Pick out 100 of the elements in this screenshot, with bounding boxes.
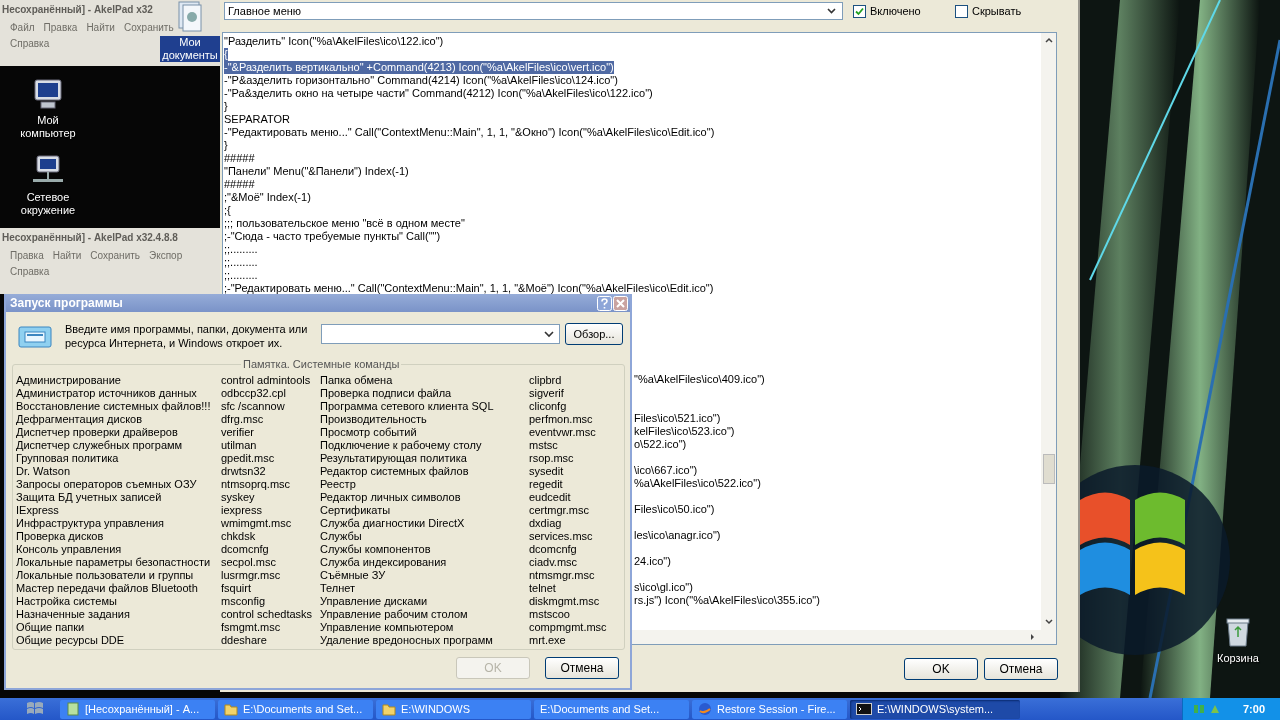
desktop-icon-label[interactable]: Мои документы	[160, 36, 220, 62]
code-line: ;-"Сюда - часто требуемые пункты" Call("")	[224, 230, 441, 243]
window-title: Несохранённый] - AkelPad x32.4.8.8	[1, 231, 178, 245]
command-text: dcomcnfg	[221, 543, 269, 556]
desktop-icon-label[interactable]: Мой компьютер	[16, 114, 80, 140]
caret-icon	[544, 330, 554, 338]
command-name: Управление компьютером	[320, 621, 454, 634]
menu-item[interactable]: Сохранить	[90, 250, 141, 261]
taskbar-button[interactable]: E:\WINDOWS\system...	[850, 699, 1020, 719]
menu-item[interactable]: Найти	[52, 250, 82, 261]
folder-icon	[224, 702, 238, 716]
menu-dropdown[interactable]: Главное меню	[224, 2, 843, 20]
console-icon	[856, 703, 872, 715]
menu-item[interactable]: Правка	[43, 22, 78, 33]
menu-item[interactable]: Справка	[10, 266, 50, 277]
code-line: ;;.........	[224, 269, 258, 282]
command-name: Телнет	[320, 582, 356, 595]
trash-bin-icon[interactable]	[1224, 616, 1252, 648]
command-name: Диспетчер служебных программ	[16, 439, 183, 452]
command-text: sfc /scannow	[221, 400, 285, 413]
desktop-icon-label[interactable]: Сетевое окружение	[16, 191, 80, 217]
command-name: Локальные пользователи и группы	[16, 569, 194, 582]
dialog-button[interactable]: Отмена	[545, 657, 619, 679]
desktop-icon-label[interactable]: Корзина	[1206, 652, 1270, 665]
command-name: Управление дисками	[320, 595, 428, 608]
command-text: wmimgmt.msc	[221, 517, 292, 530]
start-flag-icon[interactable]	[26, 701, 44, 717]
code-line: SEPARATOR	[224, 113, 291, 126]
command-name: IExpress	[16, 504, 59, 517]
code-line: Files\ico\521.ico")	[634, 412, 721, 425]
command-text: ciadv.msc	[529, 556, 578, 569]
menu-item[interactable]: Экспор	[149, 250, 183, 261]
code-line: %a\AkelFiles\ico\522.ico")	[634, 477, 761, 490]
menu-item[interactable]: Файл	[10, 22, 35, 33]
command-name: Службы компонентов	[320, 543, 431, 556]
dialog-title: Запуск программы	[10, 296, 123, 310]
command-name: Служба индексирования	[320, 556, 447, 569]
code-line: les\ico\anagr.ico")	[634, 529, 721, 542]
command-name: Результатирующая политика	[320, 452, 467, 465]
checkbox[interactable]	[955, 4, 968, 18]
menu-item[interactable]: Справка	[10, 38, 50, 49]
program-input-field[interactable]	[321, 324, 560, 344]
taskbar-button[interactable]: Restore Session - Fire...	[692, 699, 847, 719]
code-line: Files\ico\50.ico")	[634, 503, 715, 516]
command-text: rsop.msc	[529, 452, 574, 465]
code-line: }	[224, 139, 228, 152]
command-name: Реестр	[320, 478, 356, 491]
code-line: -"Р&азделить горизонтально" Command(4214) Icon("%a\AkelFiles\ico\124.ico")	[224, 74, 618, 87]
command-name: Администратор источников данных	[16, 387, 197, 400]
clock: 7:00	[1243, 703, 1266, 715]
command-name: Подключение к рабочему столу	[320, 439, 482, 452]
command-name: Управление рабочим столом	[320, 608, 468, 621]
checkbox-label[interactable]: Включено	[870, 5, 921, 17]
menu-item[interactable]: Правка	[10, 250, 44, 261]
vertical-scrollbar[interactable]	[1041, 33, 1056, 644]
caret-icon	[827, 8, 836, 14]
taskbar-button[interactable]: E:\WINDOWS	[376, 699, 531, 719]
command-name: Запросы операторов съемных ОЗУ	[16, 478, 197, 491]
command-name: Дефрагментация дисков	[16, 413, 143, 426]
command-text: cliconfg	[529, 400, 567, 413]
instruction-text: Введите имя программы, папки, документа или ресурса Интернета, и Windows откроет их.	[65, 322, 309, 350]
code-line: ;-"Редактировать меню..." Call("ContextMenu::Main", 1, 1, "&Моё") Icon("%a\AkelFiles\ico\Edit.ico")	[224, 282, 714, 295]
notepad-icon	[66, 702, 80, 716]
command-text: control schedtasks	[221, 608, 313, 621]
globe-icon	[698, 702, 712, 716]
code-line: 24.ico")	[634, 555, 671, 568]
scrollbar-thumb[interactable]	[1042, 454, 1055, 484]
code-line: #####	[224, 152, 255, 165]
code-line: s\ico\gl.ico")	[634, 581, 693, 594]
command-text: drwtsn32	[221, 465, 266, 478]
command-text: regedit	[529, 478, 563, 491]
menu-item[interactable]: Найти	[86, 22, 115, 33]
command-name: Редактор системных файлов	[320, 465, 469, 478]
command-name: Папка обмена	[320, 374, 393, 387]
command-text: msconfig	[221, 595, 266, 608]
menu-item[interactable]: Сохранить	[123, 22, 174, 33]
taskbar-button[interactable]: E:\Documents and Set...	[534, 699, 689, 719]
command-name: Групповая политика	[16, 452, 119, 465]
command-name: Съёмные ЗУ	[320, 569, 386, 582]
command-text: sysedit	[529, 465, 564, 478]
command-name: Диспетчер проверки драйверов	[16, 426, 178, 439]
command-text: dfrg.msc	[221, 413, 264, 426]
command-text: sigverif	[529, 387, 564, 400]
dialog-button[interactable]: OK	[904, 658, 978, 680]
command-name: Инфраструктура управления	[16, 517, 165, 530]
checkbox-label[interactable]: Скрывать	[972, 5, 1022, 17]
command-text: odbccp32.cpl	[221, 387, 286, 400]
dialog-button[interactable]: Отмена	[984, 658, 1058, 680]
window-title: Несохранённый] - AkelPad x32	[1, 3, 153, 17]
command-text: fsmgmt.msc	[221, 621, 281, 634]
command-name: Службы	[320, 530, 362, 543]
taskbar-button[interactable]: E:\Documents and Set...	[218, 699, 373, 719]
taskbar-button[interactable]: [Несохранённый] - A...	[60, 699, 215, 719]
checkbox[interactable]	[853, 4, 866, 18]
computer-icon[interactable]	[31, 78, 65, 110]
browse-button[interactable]: Обзор...	[565, 323, 623, 345]
code-line: "Панели" Menu("&Панели") Index(-1)	[224, 165, 409, 178]
command-text: ntmsoprq.msc	[221, 478, 291, 491]
command-text: services.msc	[529, 530, 593, 543]
code-line: -"Редактировать меню..." Call("ContextMenu::Main", 1, 1, "&Окно") Icon("%a\AkelFiles\ico\Edit.ico")	[224, 126, 715, 139]
